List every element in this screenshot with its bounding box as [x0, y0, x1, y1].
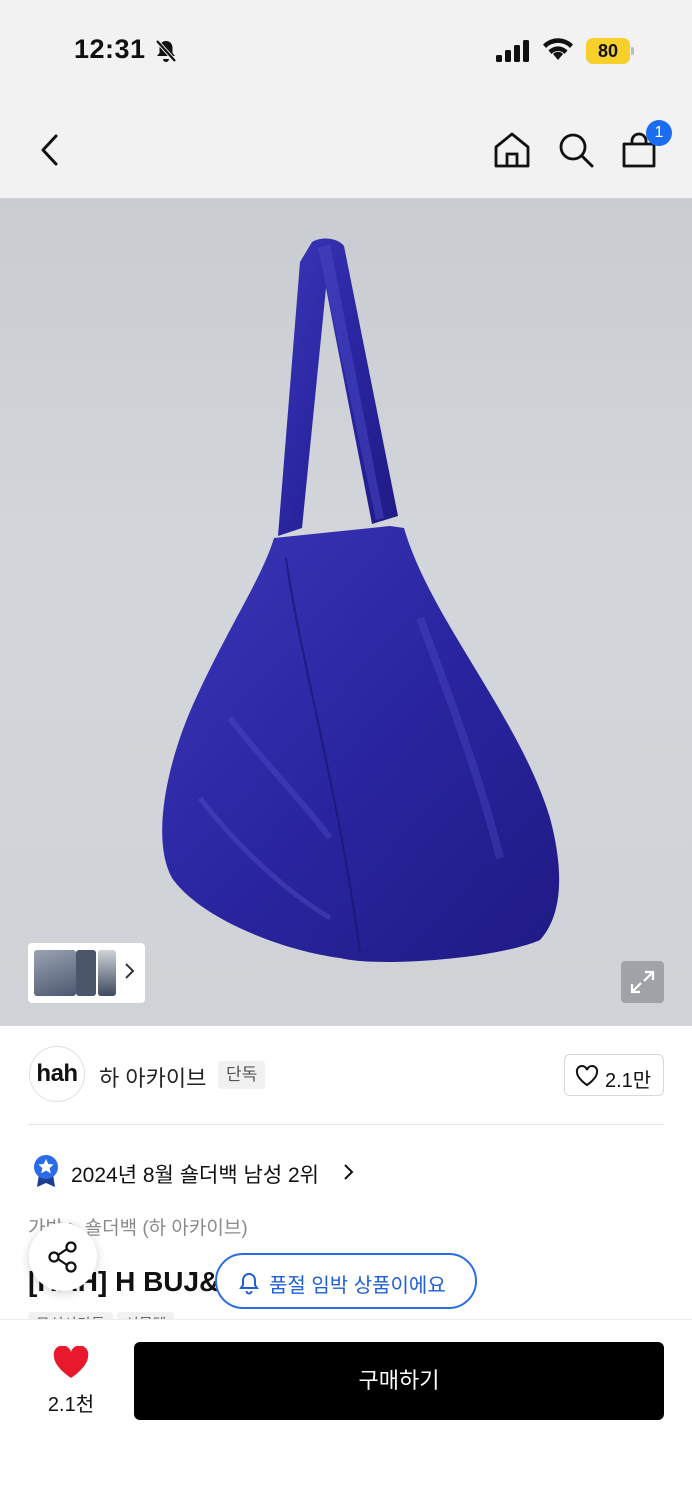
bell-slash-icon	[155, 39, 177, 63]
thumbnail-strip[interactable]	[28, 943, 145, 1003]
wifi-icon	[543, 38, 573, 60]
thumb-2[interactable]	[76, 950, 96, 996]
favorite-button[interactable]: 2.1천	[40, 1346, 102, 1416]
search-icon[interactable]	[556, 130, 596, 170]
battery-icon: 80	[586, 38, 634, 64]
back-icon[interactable]	[34, 130, 66, 170]
expand-icon	[630, 970, 655, 994]
cart-button[interactable]: 1	[620, 120, 672, 172]
heart-outline-icon	[575, 1065, 599, 1087]
divider	[28, 1124, 664, 1125]
status-bar: 12:31 80	[0, 0, 692, 100]
status-time: 12:31	[74, 34, 146, 64]
bottom-action-bar: 2.1천 구매하기	[0, 1319, 692, 1500]
chevron-right-icon[interactable]	[124, 960, 136, 982]
product-image[interactable]	[0, 198, 692, 1026]
ranking-text: 2024년 8월 숄더백 남성 2위	[71, 1164, 319, 1187]
battery-level: 80	[586, 38, 630, 64]
buy-button[interactable]: 구매하기	[134, 1342, 664, 1420]
bell-icon	[239, 1272, 259, 1295]
share-icon	[48, 1241, 77, 1273]
brand-like-button[interactable]: 2.1만	[564, 1054, 664, 1096]
thumb-1[interactable]	[34, 950, 76, 996]
thumb-3[interactable]	[98, 950, 116, 996]
medal-icon	[34, 1155, 58, 1187]
top-navigation: 1	[0, 100, 692, 198]
cart-count-badge: 1	[646, 120, 672, 146]
signal-icon	[496, 40, 529, 62]
chevron-right-icon	[344, 1164, 354, 1180]
share-button[interactable]	[29, 1223, 97, 1291]
expand-button[interactable]	[621, 961, 664, 1003]
soldout-soon-label: 품절 임박 상품이에요	[269, 1275, 446, 1297]
brand-like-count: 2.1만	[605, 1070, 652, 1092]
heart-filled-icon	[53, 1346, 89, 1378]
exclusive-tag: 단독	[218, 1061, 266, 1089]
soldout-soon-banner[interactable]: 품절 임박 상품이에요	[215, 1253, 477, 1309]
brand-name[interactable]: 하 아카이브	[99, 1061, 206, 1093]
home-icon[interactable]	[492, 130, 532, 170]
product-photo-bag	[162, 238, 560, 962]
favorite-count: 2.1천	[47, 1394, 95, 1416]
brand-row: hah 하 아카이브 단독 2.1만	[0, 1026, 692, 1126]
brand-logo[interactable]: hah	[29, 1046, 85, 1102]
